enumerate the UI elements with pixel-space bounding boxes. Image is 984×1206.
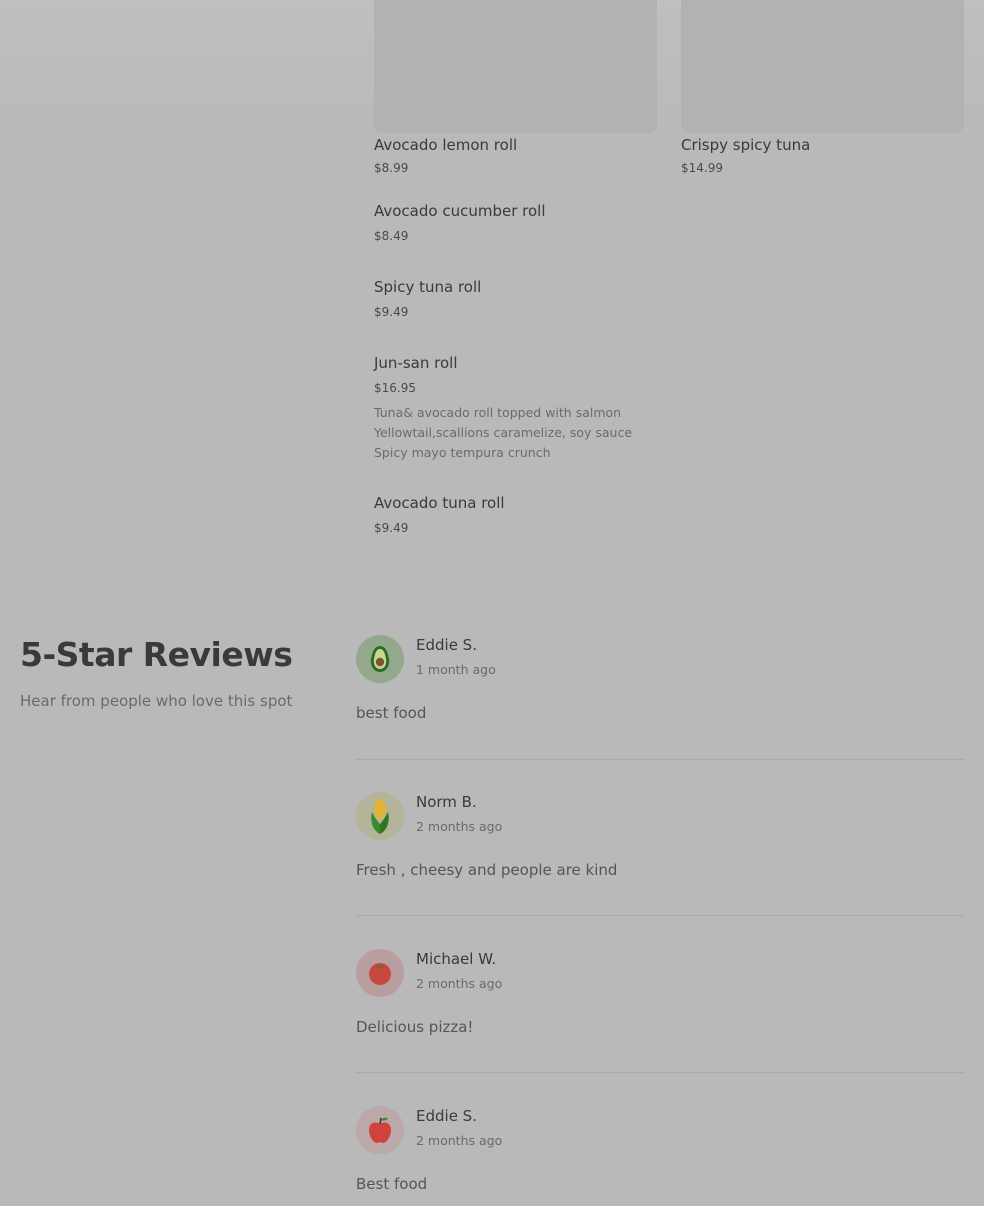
review-text: best food (356, 704, 427, 722)
avatar (356, 635, 404, 683)
menu-item-name[interactable]: Avocado lemon roll (374, 136, 517, 154)
review-text: Best food (356, 1175, 428, 1193)
divider (356, 1072, 964, 1073)
divider (356, 915, 964, 916)
item-image-avocado-lemon-roll[interactable] (374, 0, 657, 133)
apple-icon (369, 1117, 391, 1143)
review-time: 2 months ago (416, 819, 503, 834)
tomato-icon (369, 963, 391, 985)
reviewer-name: Eddie S. (416, 1107, 477, 1125)
menu-item-name[interactable]: Avocado tuna roll (374, 494, 505, 512)
corn-icon (371, 799, 389, 834)
avatar (356, 792, 404, 840)
reviews-subtitle: Hear from people who love this spot (20, 692, 293, 710)
review-time: 2 months ago (416, 976, 503, 991)
review-text: Delicious pizza! (356, 1018, 474, 1036)
reviewer-name: Eddie S. (416, 636, 477, 654)
description-line: Yellowtail,scallions caramelize, soy sau… (374, 425, 633, 440)
menu-item-description: Tuna& avocado roll topped with salmon Ye… (374, 403, 664, 463)
menu-item-price: $9.49 (374, 305, 409, 319)
avocado-icon (370, 646, 390, 672)
description-line: Tuna& avocado roll topped with salmon (374, 405, 622, 420)
menu-item-name[interactable]: Spicy tuna roll (374, 278, 481, 296)
item-image-crispy-spicy-tuna[interactable] (681, 0, 964, 133)
review-time: 2 months ago (416, 1133, 503, 1148)
reviewer-name: Michael W. (416, 950, 497, 968)
menu-item-name[interactable]: Jun-san roll (374, 354, 457, 372)
menu-item-name[interactable]: Crispy spicy tuna (681, 136, 810, 154)
menu-item-name[interactable]: Avocado cucumber roll (374, 202, 546, 220)
menu-item-price: $14.99 (681, 161, 723, 175)
avatar (356, 1106, 404, 1154)
description-line: Spicy mayo tempura crunch (374, 445, 551, 460)
reviewer-name: Norm B. (416, 793, 477, 811)
review-time: 1 month ago (416, 662, 496, 677)
avatar (356, 949, 404, 997)
reviews-title: 5-Star Reviews (20, 635, 293, 674)
menu-item-price: $16.95 (374, 381, 416, 395)
menu-item-price: $8.99 (374, 161, 409, 175)
menu-item-price: $9.49 (374, 521, 409, 535)
divider (356, 759, 964, 760)
review-text: Fresh , cheesy and people are kind (356, 861, 618, 879)
menu-item-price: $8.49 (374, 229, 409, 243)
